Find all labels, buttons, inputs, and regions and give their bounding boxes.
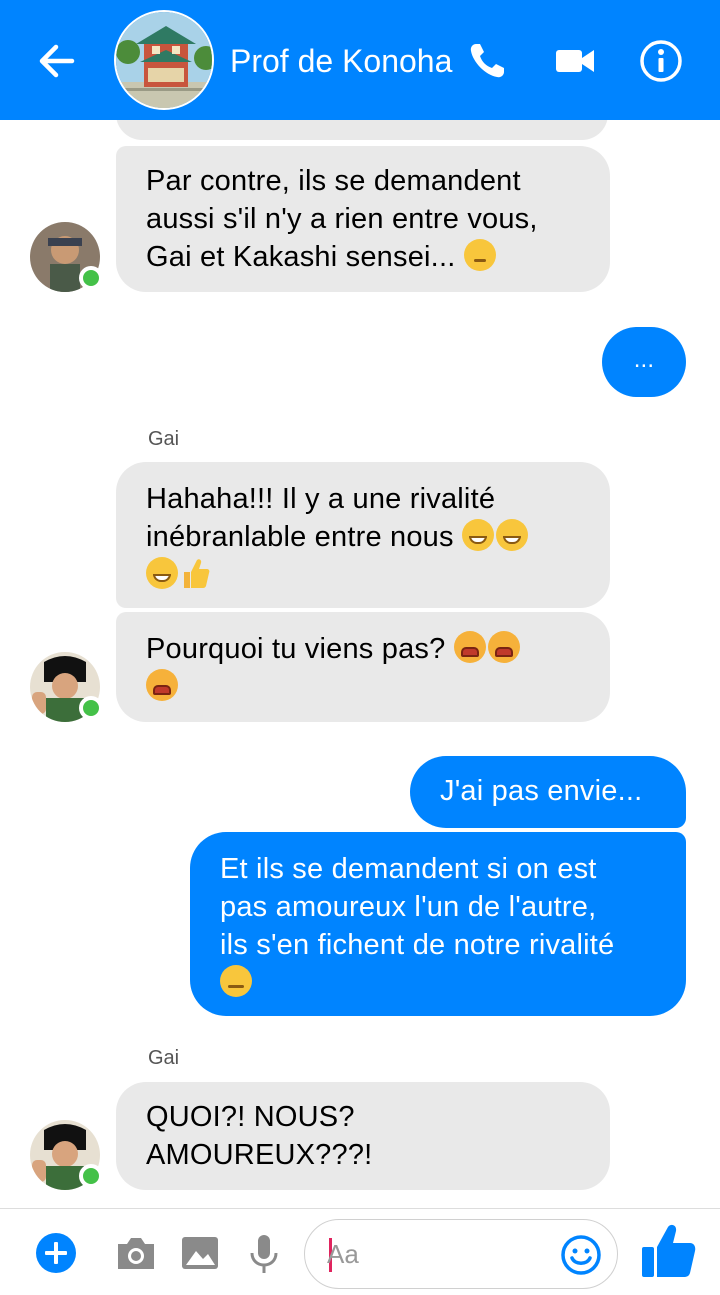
message-line: AMOUREUX???! [146,1139,373,1171]
emoji-button[interactable] [559,1233,603,1277]
back-button[interactable] [34,38,80,84]
more-actions-button[interactable] [34,1231,78,1275]
message-bubble-outgoing[interactable]: ... [602,327,686,397]
sender-name: Gai [148,1047,180,1069]
message-line: Et ils se demandent si on est [220,853,597,885]
message-text: Pourquoi tu viens pas? [146,633,446,665]
message-bubble-incoming[interactable]: Pourquoi tu viens pas? [116,612,610,722]
message-bubble-outgoing[interactable]: J'ai pas envie... [410,756,686,828]
message-line [146,556,580,594]
conversation-title[interactable]: Prof de Konoha [230,40,452,82]
unamused-face-icon [220,965,252,997]
phone-icon [470,44,504,78]
video-call-button[interactable] [552,38,598,84]
message-line: Par contre, ils se demandent [146,165,521,197]
message-line: Hahaha!!! Il y a une rivalité [146,483,496,515]
messenger-conversation-screen: Prof de Konoha Par contre, ils se demand… [0,0,720,1295]
message-line [220,964,666,1002]
gallery-button[interactable] [178,1231,222,1275]
online-status-dot [79,696,103,720]
send-like-button[interactable] [638,1221,698,1281]
message-line: aussi s'il n'y a rien entre vous, [146,203,538,235]
image-icon [182,1237,218,1269]
arrow-left-icon [39,44,75,78]
smiley-icon [561,1235,601,1275]
message-input[interactable] [327,1234,547,1274]
message-bubble-incoming[interactable]: QUOI?! NOUS? AMOUREUX???! [116,1082,610,1190]
sender-name: Gai [148,428,180,450]
like-thumb-icon [642,1224,696,1277]
message-line: inébranlable entre nous [146,518,580,556]
grinning-face-icon [146,557,178,589]
message-text: J'ai pas envie... [440,775,643,807]
message-input-container[interactable] [304,1219,618,1289]
message-line: Pourquoi tu viens pas? [146,630,580,668]
message-line: Gai et Kakashi sensei... [146,238,580,276]
voice-message-button[interactable] [242,1231,286,1275]
conversation-header: Prof de Konoha [0,0,720,120]
message-line: QUOI?! NOUS? [146,1101,355,1133]
message-bubble-partial[interactable] [116,120,608,140]
message-bubble-incoming[interactable]: Par contre, ils se demandent aussi s'il … [116,146,610,292]
crying-face-icon [146,669,178,701]
video-camera-icon [556,50,594,72]
message-bubble-outgoing[interactable]: Et ils se demandent si on est pas amoure… [190,832,686,1016]
grinning-face-icon [461,519,494,551]
voice-call-button[interactable] [464,38,510,84]
online-status-dot [79,1164,103,1188]
thumbs-up-icon [184,559,210,588]
camera-icon [118,1238,154,1269]
camera-button[interactable] [114,1231,158,1275]
info-button[interactable] [638,38,684,84]
crying-face-icon [487,631,520,663]
crying-face-icon [453,631,486,663]
message-text: inébranlable entre nous [146,521,454,553]
message-text: Gai et Kakashi sensei... [146,241,456,273]
message-bubble-incoming[interactable]: Hahaha!!! Il y a une rivalité inébranlab… [116,462,610,608]
thinking-face-icon [463,239,496,271]
konoha-building-image [116,12,212,108]
grinning-face-icon [495,519,528,551]
microphone-icon [250,1235,278,1273]
message-line: pas amoureux l'un de l'autre, [220,891,597,923]
message-list[interactable]: Par contre, ils se demandent aussi s'il … [0,120,720,1208]
message-text: ... [633,346,655,373]
message-composer [0,1208,720,1295]
plus-circle-icon [36,1233,76,1273]
group-avatar[interactable] [114,10,214,110]
online-status-dot [79,266,103,290]
message-line [146,668,580,706]
info-icon [640,40,682,82]
message-line: ils s'en fichent de notre rivalité [220,929,615,961]
